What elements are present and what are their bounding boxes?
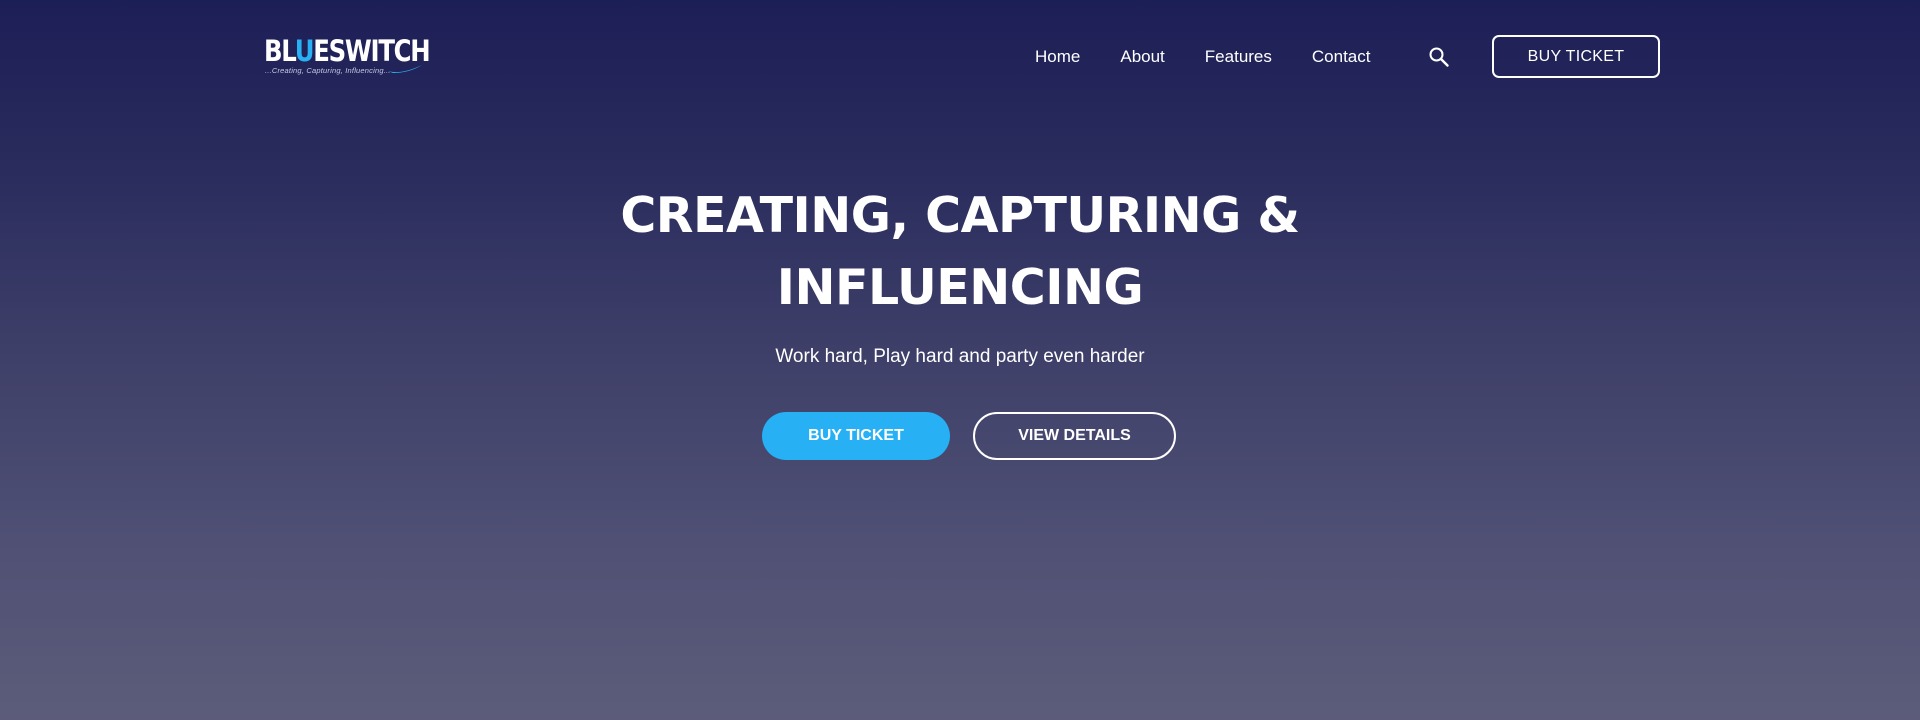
nav-buy-ticket-button[interactable]: BUY TICKET: [1492, 35, 1660, 78]
top-navbar: BLUESWITCH ...Creating, Capturing, Influ…: [0, 0, 1920, 114]
hero-section: CREATING, CAPTURING & INFLUENCING Work h…: [0, 180, 1920, 370]
blueswitch-logo[interactable]: BLUESWITCH ...Creating, Capturing, Influ…: [263, 34, 431, 78]
logo-swoosh-icon: [388, 65, 422, 73]
view-details-button[interactable]: VIEW DETAILS: [973, 412, 1176, 460]
search-icon[interactable]: [1428, 46, 1450, 68]
logo-tagline: ...Creating, Capturing, Influencing...: [265, 66, 391, 75]
nav-link-about[interactable]: About: [1120, 45, 1164, 69]
nav-link-contact[interactable]: Contact: [1312, 45, 1371, 69]
hero-button-group: BUY TICKET VIEW DETAILS: [0, 412, 1920, 461]
logo-wordmark: BLUESWITCH: [264, 34, 431, 68]
main-nav: Home About Features Contact: [1035, 45, 1370, 69]
hero-buy-ticket-button[interactable]: BUY TICKET: [762, 412, 950, 460]
hero-subtitle: Work hard, Play hard and party even hard…: [775, 346, 1145, 367]
nav-link-features[interactable]: Features: [1205, 45, 1272, 69]
hero-title: CREATING, CAPTURING & INFLUENCING: [510, 180, 1410, 324]
hero-title-line-1: CREATING, CAPTURING &: [620, 187, 1300, 244]
nav-link-home[interactable]: Home: [1035, 45, 1080, 69]
hero-title-line-2: INFLUENCING: [776, 259, 1144, 316]
